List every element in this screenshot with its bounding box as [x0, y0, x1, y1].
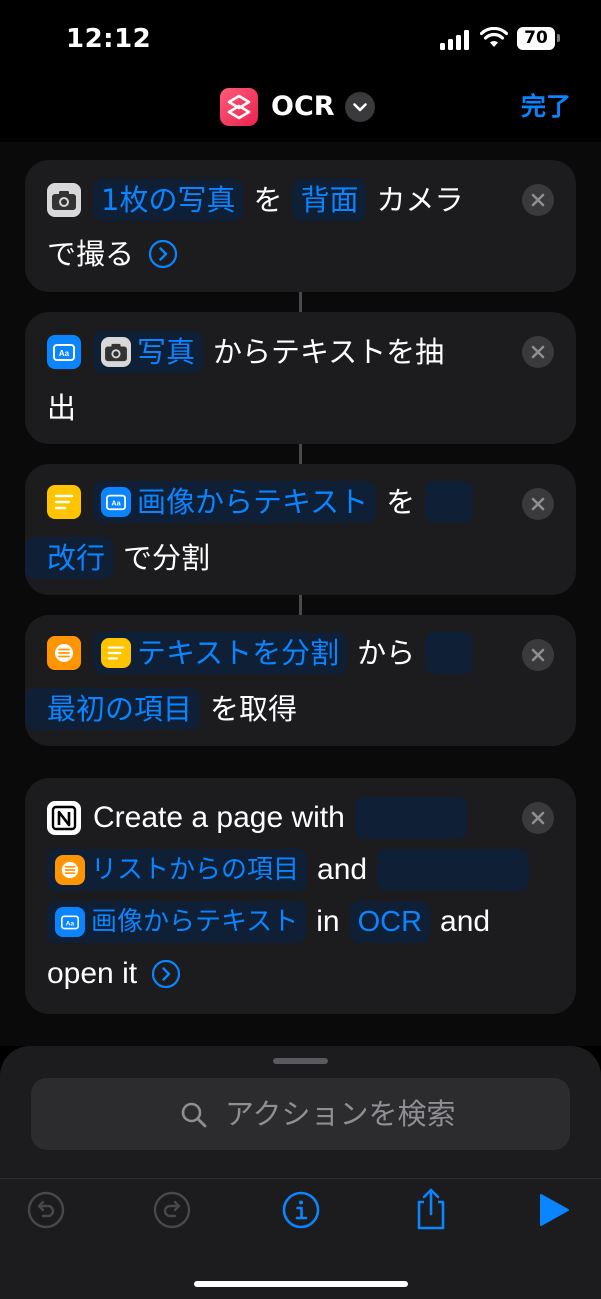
action-extract-text[interactable]: Aa 写真 からテキストを抽 出	[25, 312, 576, 444]
token-label: テキストを分割	[137, 636, 340, 670]
action-text: を	[386, 485, 416, 519]
notion-icon	[47, 801, 81, 835]
split-text-token[interactable]: テキストを分割	[93, 632, 348, 674]
toolbar-divider	[0, 1178, 601, 1179]
database-token[interactable]: OCR	[349, 901, 431, 943]
camera-icon	[47, 183, 81, 217]
action-text: in	[316, 905, 340, 938]
remove-action-close-icon[interactable]	[522, 639, 554, 671]
remove-action-close-icon[interactable]	[522, 184, 554, 216]
first-item-token[interactable]: 最初の項目	[25, 688, 201, 730]
token-label: 写真	[137, 335, 196, 369]
text-from-image-token[interactable]: Aa 画像からテキスト	[47, 901, 307, 943]
action-text: Create a page with	[93, 801, 345, 834]
battery-tip	[557, 34, 560, 42]
action-search-sheet: アクションを検索	[0, 1046, 601, 1299]
empty-token[interactable]	[425, 481, 474, 523]
list-icon	[47, 636, 81, 670]
token-label: 画像からテキスト	[137, 485, 369, 519]
shortcuts-app-icon	[220, 88, 258, 126]
token-label: リストからの項目	[91, 855, 300, 885]
camera-side-token[interactable]: 背面	[292, 179, 367, 221]
action-text: で撮る	[47, 237, 135, 271]
sheet-grabber-handle[interactable]	[273, 1058, 328, 1064]
nav-bar: OCR 完了	[0, 78, 601, 142]
action-text: 出	[47, 391, 77, 425]
action-text: から	[357, 636, 416, 670]
empty-token[interactable]	[354, 797, 467, 839]
action-search-field[interactable]: アクションを検索	[31, 1078, 570, 1150]
status-time: 12:12	[66, 24, 152, 54]
action-text: カメラ	[376, 183, 464, 217]
action-split-text[interactable]: Aa 画像からテキスト を 改行 で分割	[25, 464, 576, 595]
home-indicator	[194, 1281, 408, 1287]
remove-action-close-icon[interactable]	[522, 336, 554, 368]
wifi-icon	[480, 27, 508, 47]
action-connector	[299, 292, 302, 312]
undo-icon[interactable]	[26, 1190, 66, 1230]
action-list: 1枚の写真 を 背面 カメラ で撮る Aa 写真 からテキストを抽 出 Aa 画…	[0, 142, 601, 1046]
remove-action-close-icon[interactable]	[522, 802, 554, 834]
action-text: and	[440, 905, 491, 938]
shortcut-title[interactable]: OCR	[271, 88, 335, 126]
svg-text:Aa: Aa	[111, 499, 121, 508]
action-get-item-from-list[interactable]: テキストを分割 から 最初の項目 を取得	[25, 615, 576, 746]
action-connector	[299, 595, 302, 615]
empty-token[interactable]	[377, 849, 530, 891]
cellular-signal-icon	[440, 30, 470, 50]
search-placeholder: アクションを検索	[225, 1097, 456, 1131]
action-text: を	[253, 183, 283, 217]
redo-icon[interactable]	[152, 1190, 192, 1230]
list-item-token[interactable]: リストからの項目	[47, 849, 308, 891]
empty-token[interactable]	[425, 632, 474, 674]
token-label: 画像からテキスト	[91, 907, 299, 937]
action-text: and	[317, 853, 368, 886]
play-icon[interactable]	[533, 1190, 573, 1230]
separator-token[interactable]: 改行	[25, 537, 114, 579]
camera-icon	[101, 337, 131, 367]
action-text: からテキストを抽	[213, 335, 445, 369]
share-icon[interactable]	[410, 1186, 452, 1232]
title-menu-chevron-down-icon[interactable]	[345, 92, 375, 122]
remove-action-close-icon[interactable]	[522, 488, 554, 520]
action-text: で分割	[123, 541, 211, 575]
list-icon	[55, 855, 85, 885]
action-connector	[299, 444, 302, 464]
battery-icon: 70	[517, 27, 555, 50]
text-from-image-token[interactable]: Aa 画像からテキスト	[93, 481, 377, 523]
photo-count-token[interactable]: 1枚の写真	[93, 179, 244, 221]
action-take-photo[interactable]: 1枚の写真 を 背面 カメラ で撮る	[25, 160, 576, 292]
split-text-icon	[101, 638, 131, 668]
text-from-image-icon: Aa	[47, 335, 81, 369]
svg-text:Aa: Aa	[66, 920, 75, 927]
action-notion-create-page[interactable]: Create a page with リストからの項目 and Aa 画像からテ…	[25, 778, 576, 1014]
status-bar: 12:12 70	[0, 0, 601, 78]
text-from-image-icon: Aa	[55, 907, 85, 937]
chevron-right-circle-icon[interactable]	[151, 959, 181, 989]
done-button[interactable]: 完了	[521, 88, 571, 126]
action-text: open it	[47, 957, 138, 990]
photo-token[interactable]: 写真	[93, 331, 204, 373]
search-icon	[181, 1102, 207, 1128]
action-text: を取得	[210, 692, 298, 726]
text-from-image-icon: Aa	[101, 487, 131, 517]
split-text-icon	[47, 485, 81, 519]
svg-text:Aa: Aa	[59, 349, 70, 358]
chevron-right-circle-icon[interactable]	[148, 239, 178, 269]
info-icon[interactable]	[281, 1190, 321, 1230]
